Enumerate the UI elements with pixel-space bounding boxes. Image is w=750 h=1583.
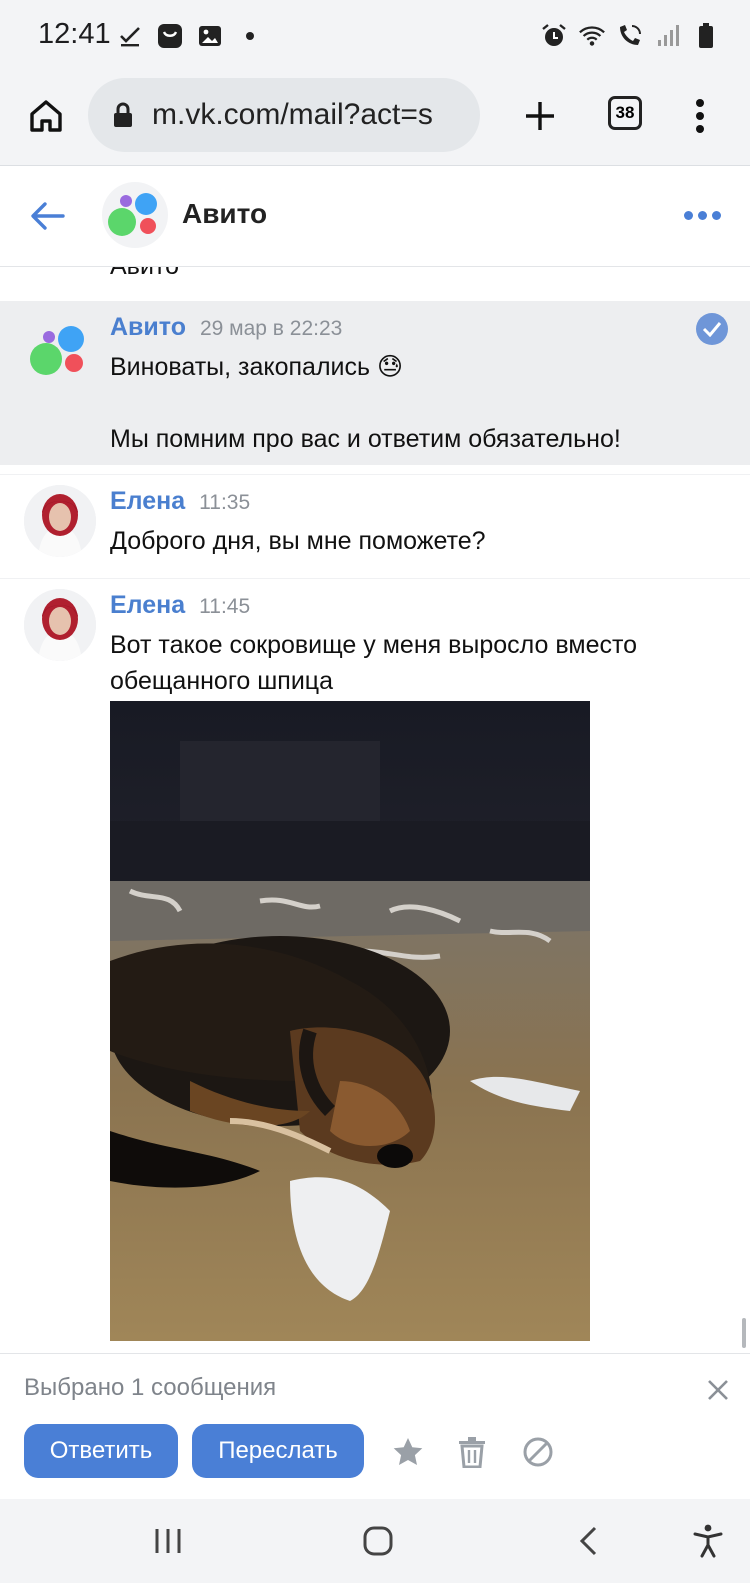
wifi-calling-icon — [616, 22, 644, 50]
home-icon — [30, 100, 62, 132]
selection-count: Выбрано 1 сообщения — [24, 1374, 277, 1401]
avatar[interactable] — [24, 315, 96, 387]
dog-photo-image — [110, 701, 590, 1341]
lock-icon — [114, 102, 132, 127]
message-time: 29 мар в 22:23 — [199, 317, 343, 340]
message-elena-1[interactable]: Елена 11:35 Доброго дня, вы мне поможете? — [0, 474, 750, 570]
more-dot-icon — [683, 210, 693, 220]
recent-apps-button[interactable] — [146, 1521, 190, 1561]
message-time: 11:35 — [199, 491, 251, 514]
dot-icon — [236, 22, 264, 50]
block-icon — [523, 1437, 553, 1467]
message-line: Мы помним про вас и ответим обязательно! — [110, 425, 621, 453]
star-button[interactable] — [388, 1432, 428, 1472]
message-author[interactable]: Елена 11:35 — [110, 487, 250, 516]
home-nav-button[interactable] — [356, 1521, 400, 1561]
accessibility-icon — [693, 1524, 723, 1558]
message-author[interactable]: Авито 29 мар в 22:23 — [110, 313, 342, 342]
user-avatar-icon — [24, 589, 96, 661]
selection-action-bar: Выбрано 1 сообщения Ответить Переслать — [0, 1354, 750, 1499]
message-line: Виноваты, закопались 😓 — [110, 353, 404, 381]
home-square-icon — [363, 1526, 393, 1556]
recent-apps-icon — [155, 1529, 181, 1553]
image-icon — [196, 22, 224, 50]
alarm-icon — [540, 22, 568, 50]
message-elena-2[interactable]: Елена 11:45 Вот такое сокровище у меня вы… — [0, 578, 750, 1358]
more-vertical-icon — [696, 99, 704, 133]
back-button[interactable] — [24, 192, 72, 240]
battery-icon — [692, 22, 720, 50]
message-time: 11:45 — [199, 595, 251, 618]
screen: { "status_bar": { "time": "12:41", "left… — [0, 0, 750, 1583]
trash-icon — [459, 1437, 485, 1468]
block-spam-button[interactable] — [518, 1432, 558, 1472]
photo-attachment[interactable] — [110, 701, 590, 1341]
delete-button[interactable] — [452, 1432, 492, 1472]
accessibility-button[interactable] — [686, 1521, 730, 1561]
browser-toolbar: m.vk.com/mail?act=s 38 — [0, 76, 750, 166]
chat-title[interactable]: Авито — [182, 198, 267, 230]
status-bar: 12:41 — [0, 0, 750, 76]
message-text: Доброго дня, вы мне поможете? — [110, 527, 486, 555]
avatar[interactable] — [24, 589, 96, 661]
message-feed[interactable]: Авито Авито 29 мар в 22:23 Виноваты, зако… — [0, 266, 750, 1358]
message-text: Виноваты, закопались 😓 Мы помним про вас… — [110, 349, 730, 457]
new-tab-button[interactable] — [516, 92, 564, 140]
browser-menu-button[interactable] — [680, 92, 720, 140]
selected-check-icon[interactable] — [696, 313, 728, 345]
url-text[interactable]: m.vk.com/mail?act=s — [152, 98, 472, 132]
chevron-left-icon — [579, 1526, 597, 1556]
address-bar[interactable]: m.vk.com/mail?act=s — [88, 78, 480, 152]
back-nav-button[interactable] — [566, 1521, 610, 1561]
more-dot-icon — [697, 210, 707, 220]
tab-switcher-button[interactable]: 38 — [608, 96, 642, 130]
reply-button[interactable]: Ответить — [24, 1424, 178, 1478]
chat-more-button[interactable] — [680, 200, 724, 230]
message-line: Вот такое сокровище у меня выросло вмест… — [110, 631, 638, 659]
star-icon — [393, 1438, 423, 1465]
signal-icon — [654, 22, 682, 50]
chat-header: Авито — [0, 166, 750, 266]
clear-selection-button[interactable] — [700, 1372, 736, 1408]
app-notification-icon — [156, 22, 184, 50]
avito-avatar[interactable] — [102, 182, 168, 248]
user-avatar-icon — [24, 485, 96, 557]
message-avito-selected[interactable]: Авито 29 мар в 22:23 Виноваты, закопались… — [0, 301, 750, 465]
more-dot-icon — [711, 210, 721, 220]
check-icon — [116, 22, 144, 50]
status-time: 12:41 — [38, 18, 111, 50]
message-line: обещанного шпица — [110, 667, 334, 695]
back-arrow-icon — [31, 202, 65, 230]
message-text: Вот такое сокровище у меня выросло вмест… — [110, 627, 730, 699]
wifi-icon — [578, 22, 606, 50]
plus-icon — [526, 102, 554, 130]
message-author[interactable]: Елена 11:45 — [110, 591, 250, 620]
avito-logo-icon — [108, 193, 157, 236]
avatar[interactable] — [24, 485, 96, 557]
close-icon — [708, 1380, 728, 1400]
system-nav-bar — [0, 1499, 750, 1583]
previous-message-text: Авито — [110, 266, 179, 280]
avito-logo-icon — [30, 326, 84, 375]
forward-button[interactable]: Переслать — [192, 1424, 364, 1478]
scrollbar-thumb[interactable] — [742, 1318, 746, 1348]
home-button[interactable] — [22, 92, 70, 140]
